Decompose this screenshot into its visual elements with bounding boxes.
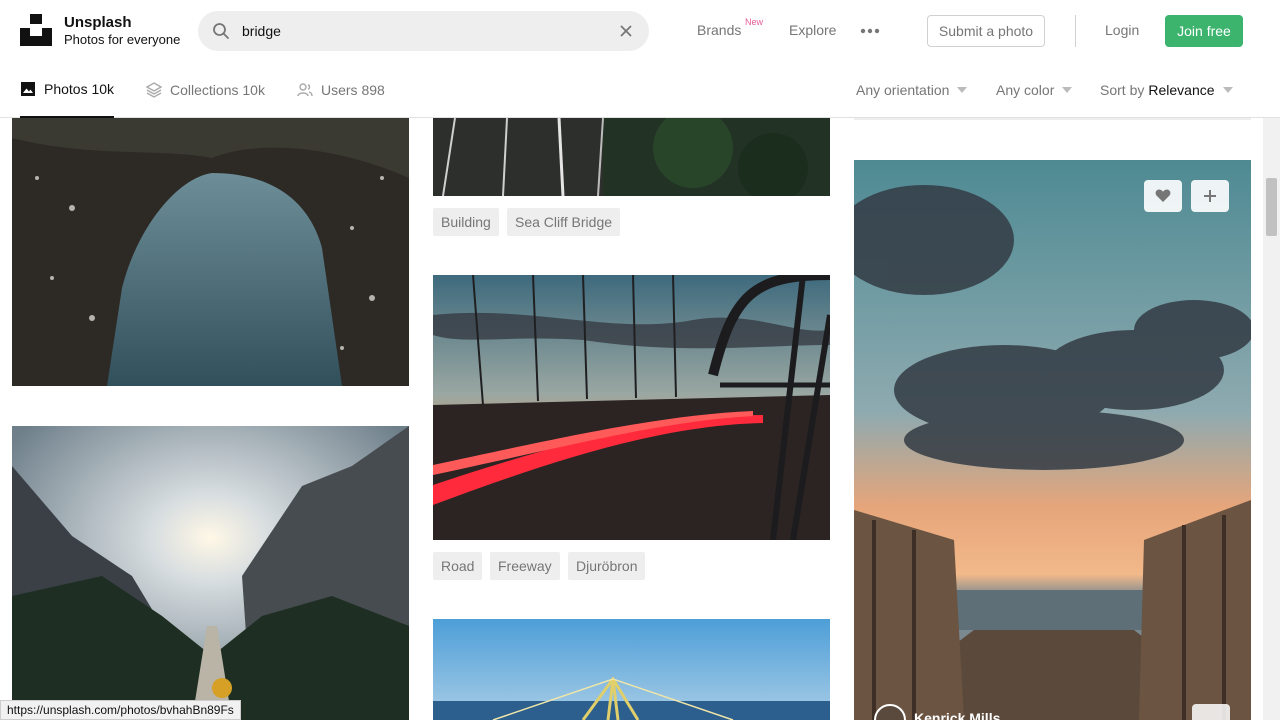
chevron-down-icon <box>1222 87 1233 93</box>
tab-collections[interactable]: Collections 10k <box>146 62 265 118</box>
tag-sea-cliff-bridge[interactable]: Sea Cliff Bridge <box>507 208 621 236</box>
brand-tagline: Photos for everyone <box>64 32 181 47</box>
like-button[interactable] <box>1144 180 1182 212</box>
search-results-bar: Photos 10k Collections 10k Users 898 Any… <box>0 62 1280 118</box>
tag-freeway[interactable]: Freeway <box>490 552 560 580</box>
photo-cable-bridge[interactable] <box>433 619 830 720</box>
collections-icon <box>146 82 162 98</box>
sort-prefix: Sort by <box>1100 82 1145 98</box>
unsplash-logo-icon[interactable] <box>20 14 52 46</box>
add-to-collection-button[interactable] <box>1191 180 1229 212</box>
join-free-button[interactable]: Join free <box>1165 15 1243 47</box>
search-bar[interactable] <box>198 11 649 51</box>
photo-mountain-bridge[interactable] <box>12 426 409 720</box>
search-input[interactable] <box>242 11 602 51</box>
chevron-down-icon <box>1062 87 1073 93</box>
tab-photos-label: Photos <box>44 81 88 97</box>
users-icon <box>297 83 313 97</box>
clear-search-icon[interactable] <box>619 24 633 38</box>
photo-author-name[interactable]: Kenrick Mills <box>914 710 1000 720</box>
tag-building[interactable]: Building <box>433 208 499 236</box>
photo-beach-stairs[interactable] <box>854 160 1251 720</box>
photo-sea-arch[interactable] <box>12 118 409 386</box>
download-button[interactable] <box>1192 704 1230 720</box>
heart-icon <box>1155 189 1171 202</box>
image-icon <box>21 82 35 96</box>
plus-icon <box>1204 190 1216 202</box>
tag-djurobron[interactable]: Djuröbron <box>568 552 646 580</box>
tag-road[interactable]: Road <box>433 552 483 580</box>
sort-filter[interactable]: Sort by Relevance <box>1100 82 1233 98</box>
photo-sunset-bridge-road[interactable] <box>433 275 830 540</box>
nav-brands[interactable]: Brands <box>697 22 741 38</box>
color-filter-label: Any color <box>996 82 1055 98</box>
previous-tags-edge <box>854 118 1251 120</box>
more-options-icon[interactable] <box>860 28 880 34</box>
sort-value: Relevance <box>1148 82 1215 98</box>
search-icon[interactable] <box>212 22 230 40</box>
brand-name[interactable]: Unsplash <box>64 14 132 31</box>
chevron-down-icon <box>957 87 968 93</box>
tab-photos[interactable]: Photos 10k <box>20 62 115 118</box>
login-link[interactable]: Login <box>1105 22 1139 38</box>
tab-users-label: Users <box>321 82 358 98</box>
tab-photos-count: 10k <box>91 81 115 97</box>
photo-sea-cliff-bridge[interactable] <box>433 118 830 196</box>
divider <box>1075 15 1076 47</box>
color-filter[interactable]: Any color <box>996 82 1073 98</box>
submit-photo-button[interactable]: Submit a photo <box>927 15 1045 47</box>
orientation-filter-label: Any orientation <box>856 82 950 98</box>
scrollbar-thumb[interactable] <box>1266 178 1277 236</box>
browser-status-url: https://unsplash.com/photos/bvhahBn89Fs <box>0 700 241 720</box>
new-badge: New <box>745 17 764 27</box>
nav-explore[interactable]: Explore <box>789 22 836 38</box>
tab-users[interactable]: Users 898 <box>297 62 385 118</box>
tab-collections-label: Collections <box>170 82 239 98</box>
tab-collections-count: 10k <box>242 82 265 98</box>
tab-users-count: 898 <box>361 82 385 98</box>
top-navbar: Unsplash Photos for everyone Brands New … <box>0 0 1280 62</box>
orientation-filter[interactable]: Any orientation <box>856 82 968 98</box>
